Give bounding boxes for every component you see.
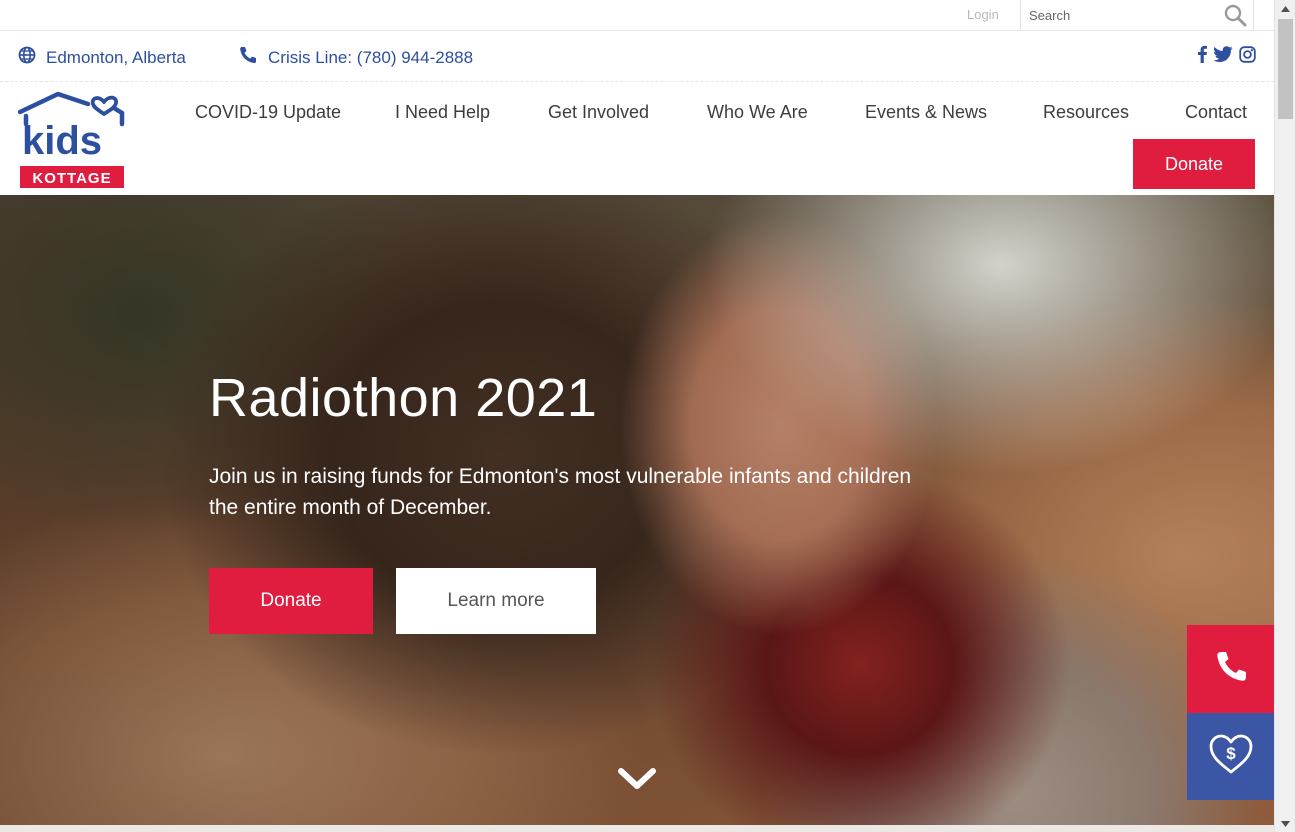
next-section-edge <box>0 825 1274 832</box>
globe-icon <box>18 46 46 69</box>
search-icon[interactable] <box>1223 3 1249 27</box>
main-nav: COVID-19 Update I Need Help Get Involved… <box>0 102 1274 126</box>
instagram-icon[interactable] <box>1239 45 1256 63</box>
heart-dollar-icon: $ <box>1208 733 1254 780</box>
scroll-up-arrow-icon[interactable] <box>1275 0 1295 17</box>
crisis-line-label: Crisis Line: (780) 944-2888 <box>268 47 474 67</box>
floating-call-button[interactable] <box>1187 625 1274 713</box>
nav-i-need-help[interactable]: I Need Help <box>395 102 490 123</box>
social-links <box>1196 45 1256 63</box>
nav-get-involved[interactable]: Get Involved <box>548 102 649 123</box>
header-donate-button[interactable]: Donate <box>1133 139 1255 189</box>
hero-donate-button[interactable]: Donate <box>209 568 373 634</box>
svg-text:$: $ <box>1226 744 1236 763</box>
page: Login Edmonton, Alber <box>0 0 1295 832</box>
hero-description: Join us in raising funds for Edmonton's … <box>209 465 912 519</box>
phone-icon <box>1213 649 1249 690</box>
logo-text-kottage: KOTTAGE <box>32 170 111 187</box>
nav-events-news[interactable]: Events & News <box>865 102 987 123</box>
nav-contact[interactable]: Contact <box>1185 102 1247 123</box>
utility-bar: Login <box>0 0 1274 31</box>
crisis-line-item[interactable]: Crisis Line: (780) 944-2888 <box>238 46 473 69</box>
search-input[interactable] <box>1021 0 1221 30</box>
location-item[interactable]: Edmonton, Alberta <box>18 46 186 69</box>
nav-resources[interactable]: Resources <box>1043 102 1129 123</box>
scroll-thumb[interactable] <box>1278 19 1293 119</box>
scroll-down-arrow-icon[interactable] <box>1275 815 1295 832</box>
floating-donate-button[interactable]: $ <box>1187 713 1274 800</box>
chevron-down-icon[interactable] <box>617 763 657 793</box>
info-bar: Edmonton, Alberta Crisis Line: (780) 944… <box>0 31 1274 82</box>
hero-banner: Radiothon 2021 Join us in raising funds … <box>0 195 1274 825</box>
search-box <box>1020 0 1254 30</box>
facebook-icon[interactable] <box>1196 45 1208 63</box>
twitter-icon[interactable] <box>1214 46 1233 62</box>
phone-icon <box>238 46 268 69</box>
nav-covid-update[interactable]: COVID-19 Update <box>195 102 341 123</box>
site-header: kids KOTTAGE COVID-19 Update I Need Help… <box>0 82 1274 195</box>
location-label: Edmonton, Alberta <box>46 47 186 67</box>
hero-title: Radiothon 2021 <box>209 368 598 428</box>
page-scrollbar[interactable] <box>1274 0 1295 832</box>
hero-learn-more-button[interactable]: Learn more <box>396 568 596 634</box>
login-link[interactable]: Login <box>967 7 999 22</box>
nav-who-we-are[interactable]: Who We Are <box>707 102 808 123</box>
